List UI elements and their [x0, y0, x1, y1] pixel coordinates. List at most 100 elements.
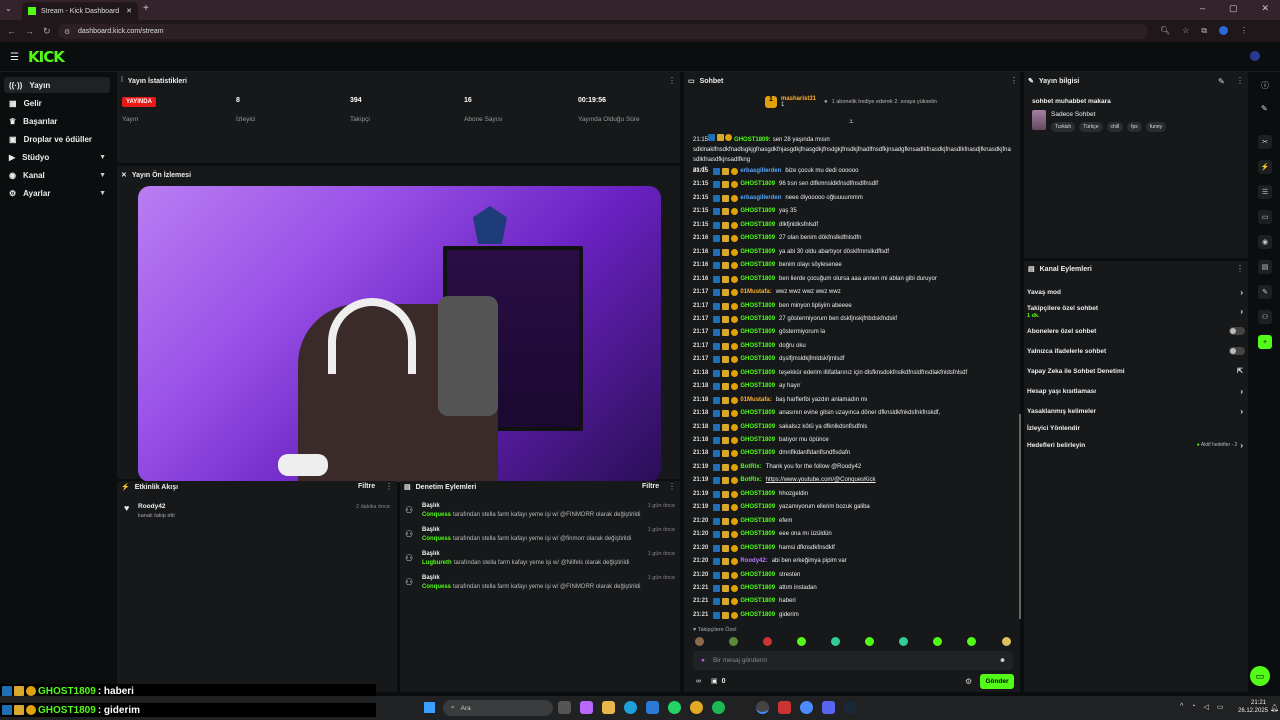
url-field[interactable]: ⚙ dashboard.kick.com/stream	[58, 24, 1148, 39]
hamburger-menu-icon[interactable]: ☰	[10, 52, 19, 63]
sidebar-item-yayin[interactable]: ((·)) Yayın	[4, 77, 110, 93]
maximize-icon[interactable]: ▢	[1229, 3, 1238, 14]
chat-username[interactable]: GHOST1809	[740, 303, 775, 309]
windows-start-icon[interactable]	[424, 702, 435, 713]
chat-scrollbar[interactable]	[1019, 414, 1021, 619]
channel-actions-menu-icon[interactable]: ⋮	[1236, 264, 1244, 273]
points-display[interactable]: ∞ ▣ 0	[696, 677, 726, 686]
emote-bar[interactable]	[695, 637, 1015, 648]
chat-username[interactable]: GHOST1809	[740, 262, 775, 268]
forward-icon[interactable]: →	[25, 26, 34, 36]
emote-only-toggle[interactable]	[1229, 347, 1245, 355]
sidebar-item-kanal[interactable]: ◉ Kanal ▼	[4, 167, 110, 183]
profile-icon[interactable]	[1219, 26, 1229, 35]
chat-username[interactable]: GHOST1809	[740, 424, 775, 430]
send-button[interactable]: Gönder	[980, 674, 1014, 689]
app-icon[interactable]	[778, 701, 791, 714]
chat-username[interactable]: GHOST1809	[740, 181, 775, 187]
emote-icon[interactable]	[899, 637, 908, 646]
tag[interactable]: fps	[1127, 122, 1142, 132]
moderation-actor[interactable]: Conquess	[422, 512, 451, 518]
add-widget-icon[interactable]: +	[1258, 335, 1272, 349]
users-icon[interactable]: ⚇	[1258, 310, 1272, 324]
chat-username[interactable]: GHOST1809	[740, 612, 775, 618]
chat-username[interactable]: GHOST1809	[740, 491, 775, 497]
tray-expand-icon[interactable]: ^	[1180, 703, 1183, 711]
account-age-action[interactable]: Hesap yaşı kısıtlaması ›	[1027, 384, 1245, 398]
emote-icon[interactable]	[831, 637, 840, 646]
link-icon[interactable]: ∞	[696, 678, 701, 685]
emote-icon[interactable]	[797, 637, 806, 646]
chat-username[interactable]: GHOST1809	[740, 249, 775, 255]
window-controls[interactable]: – ▢ ✕	[1200, 3, 1269, 14]
chat-username[interactable]: GHOST1809	[740, 383, 775, 389]
moderation-actor[interactable]: Conquess	[422, 536, 451, 542]
emote-only-action[interactable]: Yalnızca ifadelerle sohbet	[1027, 344, 1245, 358]
help-chat-button[interactable]: ▭	[1250, 666, 1270, 686]
subscriber-only-toggle[interactable]	[1229, 327, 1245, 335]
chat-username[interactable]: GHOST1809	[740, 316, 775, 322]
chat-bubble-icon[interactable]: ▭	[1258, 210, 1272, 224]
wifi-icon[interactable]: ◔	[1191, 703, 1195, 711]
zoom-icon[interactable]: 🔍︎	[1160, 26, 1170, 36]
chat-username[interactable]: GHOST1809	[740, 222, 775, 228]
tag[interactable]: Turkish	[1051, 122, 1076, 132]
pen-app-icon[interactable]	[734, 701, 747, 714]
chat-username[interactable]: GHOST1809	[740, 437, 775, 443]
clip-icon[interactable]: ✂	[1258, 135, 1272, 149]
subscriber-only-action[interactable]: Abonelere özel sohbet	[1027, 324, 1245, 338]
discord-icon[interactable]	[822, 701, 835, 714]
tag[interactable]: funny	[1145, 122, 1167, 132]
emote-icon[interactable]	[933, 637, 942, 646]
obs-icon[interactable]	[756, 701, 769, 714]
emoji-picker-icon[interactable]: ☻	[999, 657, 1006, 664]
moderation-actor[interactable]: Lugbureth	[422, 560, 452, 566]
minimize-icon[interactable]: –	[1200, 3, 1205, 14]
chrome-icon[interactable]	[690, 701, 703, 714]
emote-icon[interactable]	[695, 637, 704, 646]
chat-username[interactable]: GHOST1809	[740, 235, 775, 241]
chat-username[interactable]: GHOST1809	[740, 208, 775, 214]
moderation-filter-button[interactable]: Filtre	[642, 483, 659, 490]
taskbar-clock[interactable]: 21:21 26.12.2025	[1238, 699, 1268, 715]
bolt-icon[interactable]: ⚡	[1258, 160, 1272, 174]
emote-icon[interactable]	[729, 637, 738, 646]
system-tray[interactable]: ^ ◔ ◁ ▭	[1180, 703, 1224, 711]
chat-username[interactable]: GHOST1809	[740, 518, 775, 524]
chat-username[interactable]: GHOST1809	[740, 545, 775, 551]
chat-username[interactable]: erbasgillerden	[740, 168, 781, 174]
chat-username[interactable]: GHOST1809	[740, 450, 775, 456]
settings-app-icon[interactable]	[800, 701, 813, 714]
taskbar-search[interactable]: ⌕ Ara	[443, 700, 553, 716]
tab-list-icon[interactable]: ⌄	[5, 4, 12, 13]
chat-menu-icon[interactable]: ⋮	[1010, 76, 1018, 85]
list-icon[interactable]: ☰	[1258, 185, 1272, 199]
chat-username[interactable]: GHOST1809	[740, 410, 775, 416]
goals-action[interactable]: Hedefleri belirleyin ● Aktif hedefler - …	[1027, 438, 1245, 452]
moderation-actor[interactable]: Conquess	[422, 584, 451, 590]
browser-tab[interactable]: Stream - Kick Dashboard ✕	[22, 2, 138, 20]
whatsapp-icon[interactable]	[668, 701, 681, 714]
banned-words-action[interactable]: Yasaklanmış kelimeler ›	[1027, 404, 1245, 418]
site-info-icon[interactable]: ⚙	[64, 28, 70, 36]
steam-icon[interactable]	[844, 701, 857, 714]
back-icon[interactable]: ←	[7, 26, 16, 36]
chat-username[interactable]: 01Mustafa:	[740, 397, 771, 403]
info-icon[interactable]: ⓘ	[1261, 80, 1269, 91]
emote-icon[interactable]	[865, 637, 874, 646]
chat-username[interactable]: BotRix:	[740, 464, 761, 470]
kick-logo[interactable]: KICK	[28, 48, 65, 66]
stream-preview-video[interactable]	[138, 186, 661, 482]
mic-icon[interactable]: ●	[701, 657, 705, 664]
chat-username[interactable]: BotRix:	[740, 477, 761, 483]
moderation-menu-icon[interactable]: ⋮	[668, 482, 676, 491]
volume-icon[interactable]: ◁	[1204, 703, 1209, 711]
pinned-user[interactable]: masharist31	[781, 96, 816, 102]
close-window-icon[interactable]: ✕	[1262, 3, 1270, 14]
wrench-icon[interactable]: ✎	[1258, 285, 1272, 299]
chat-username[interactable]: 01Mustafa:	[740, 289, 771, 295]
raid-action[interactable]: İzleyici Yönlendir	[1027, 421, 1245, 435]
chat-username[interactable]: GHOST1809	[740, 504, 775, 510]
reload-icon[interactable]: ↻	[43, 26, 51, 37]
battery-icon[interactable]: ▭	[1217, 703, 1224, 711]
